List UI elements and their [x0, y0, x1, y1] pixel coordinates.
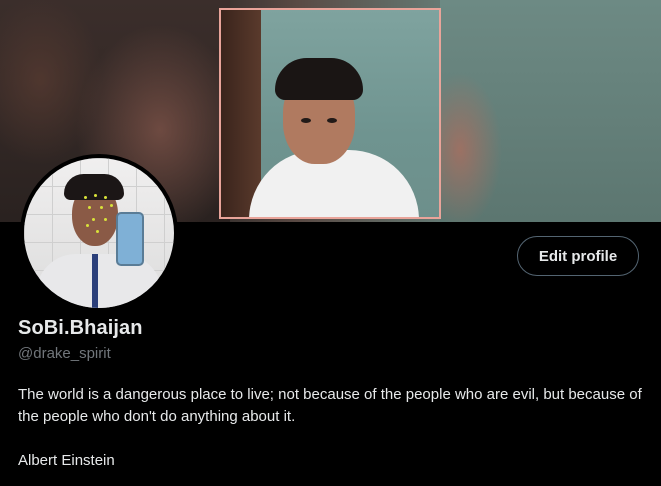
avatar-phone: [116, 212, 144, 266]
display-name: SoBi.Bhaijan: [18, 317, 143, 339]
bio-author: Albert Einstein: [18, 452, 115, 469]
user-handle: @drake_spirit: [18, 345, 111, 362]
banner-door: [221, 10, 261, 217]
banner-person-eye: [327, 118, 337, 123]
banner-photo: [219, 8, 441, 219]
profile-bio: The world is a dangerous place to live; …: [18, 384, 648, 472]
profile-page: Edit profile SoBi.Bhaijan @drake_spirit …: [0, 0, 661, 486]
avatar-person-tie: [92, 254, 98, 308]
avatar[interactable]: [20, 154, 178, 312]
bio-quote: The world is a dangerous place to live; …: [18, 386, 642, 425]
banner-blur-right: [440, 0, 661, 222]
avatar-face-mesh-dots: [80, 192, 120, 242]
edit-profile-button[interactable]: Edit profile: [517, 236, 639, 276]
banner-person-eye: [301, 118, 311, 123]
banner-person-hair: [275, 58, 363, 100]
